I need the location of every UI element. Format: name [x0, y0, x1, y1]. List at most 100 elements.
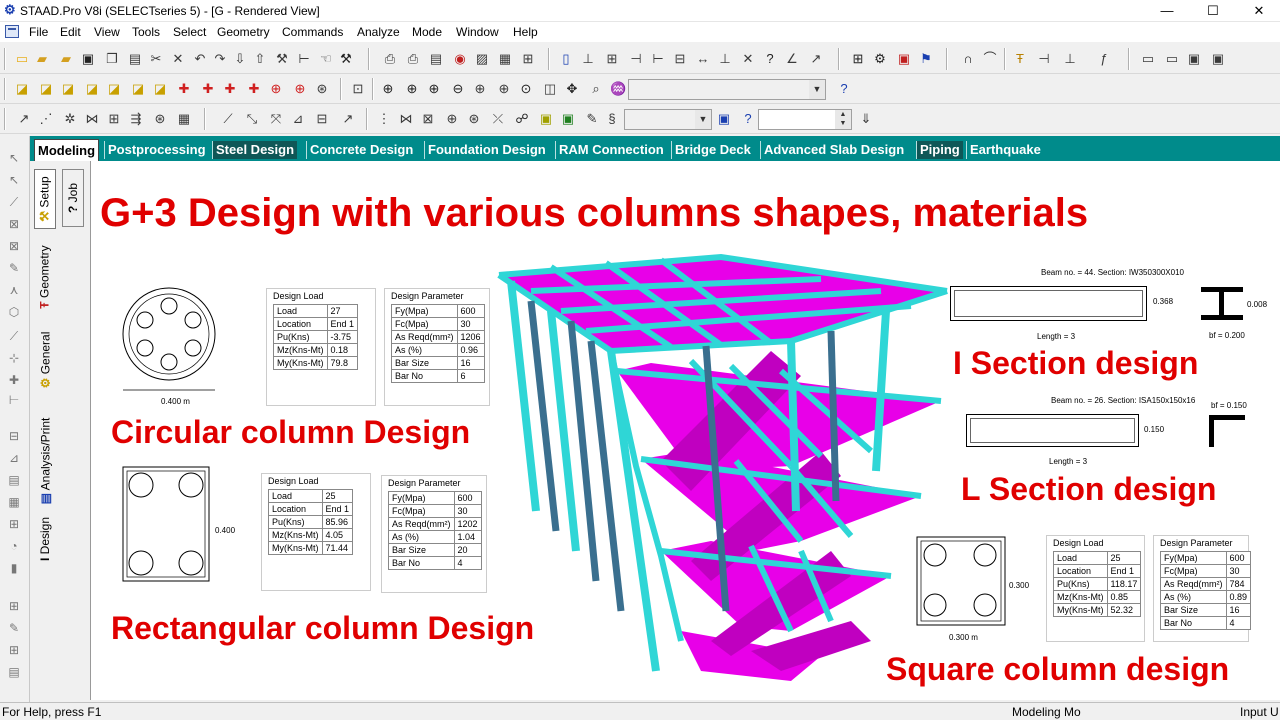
spin-arrows-icon[interactable]: ▲ ▼ — [835, 110, 851, 129]
zoom-window-icon[interactable]: ⊕ — [380, 81, 396, 97]
minimize-button[interactable]: — — [1147, 1, 1187, 21]
tab-piping[interactable]: Piping — [916, 141, 963, 159]
render-settings-icon[interactable]: ⚙ — [872, 51, 888, 67]
zoom-dynamic-icon[interactable]: ⊕ — [496, 81, 512, 97]
design-tool-icon[interactable]: ⊞ — [6, 598, 22, 614]
new-file-icon[interactable]: ▭ — [14, 51, 30, 67]
menu-commands[interactable]: Commands — [282, 25, 343, 39]
translate-icon[interactable]: ⤧ — [268, 111, 284, 127]
structure-icon[interactable]: ⊥ — [580, 51, 596, 67]
dimension-icon[interactable]: ⊣ — [628, 51, 644, 67]
restore-view-icon[interactable]: ▣ — [1210, 51, 1226, 67]
menu-tools[interactable]: Tools — [132, 25, 160, 39]
toolbar-grip[interactable] — [4, 108, 6, 130]
support-icon[interactable]: ⊥ — [1062, 51, 1078, 67]
beams-cursor-icon[interactable]: ⟋ — [6, 194, 22, 210]
tab-ram-connection[interactable]: RAM Connection — [555, 141, 667, 159]
tab-design[interactable]: I Design — [34, 509, 56, 569]
tab-concrete-design[interactable]: Concrete Design — [306, 141, 416, 159]
rotate-icon[interactable]: ⤡ — [244, 111, 260, 127]
connect-nodes-icon[interactable]: ⊹ — [6, 350, 22, 366]
node-cursor-icon[interactable]: ⋮ — [376, 111, 392, 127]
front-view-icon[interactable]: ◪ — [38, 81, 54, 97]
cursor-select-icon[interactable]: ↖ — [6, 150, 22, 166]
tab-modeling[interactable]: Modeling — [34, 139, 100, 161]
results-icon[interactable]: ⊟ — [6, 428, 22, 444]
symbol-icon[interactable]: § — [604, 111, 620, 127]
snap-icon[interactable]: ☍ — [514, 111, 530, 127]
add-node-icon[interactable]: ✚ — [6, 372, 22, 388]
top-view-icon[interactable]: ◪ — [130, 81, 146, 97]
report-icon[interactable]: ▤ — [428, 51, 444, 67]
zoom-in-icon[interactable]: ⊕ — [404, 81, 420, 97]
dynamic-rotate-icon[interactable]: ⊛ — [314, 81, 330, 97]
list-icon[interactable]: ▮ — [6, 560, 22, 576]
add-beam-icon[interactable]: ✲ — [62, 111, 78, 127]
plate-cursor-icon[interactable]: ⋰ — [38, 111, 54, 127]
menu-window[interactable]: Window — [456, 25, 499, 39]
fillet-icon[interactable]: ⌒ — [982, 51, 998, 67]
back-view-icon[interactable]: ◪ — [60, 81, 76, 97]
brush-icon[interactable]: ♒ — [610, 81, 626, 97]
magnify-icon[interactable]: ⊙ — [518, 81, 534, 97]
window-cascade-icon[interactable]: ▭ — [1164, 51, 1180, 67]
paste-icon[interactable]: ▤ — [127, 51, 143, 67]
open-file-icon[interactable]: ▰ — [34, 51, 50, 67]
chevron-down-icon[interactable]: ▼ — [809, 80, 825, 99]
label-icon[interactable]: ⊞ — [6, 516, 22, 532]
geometry-cursor-icon[interactable]: ⋏ — [6, 282, 22, 298]
menu-help[interactable]: Help — [513, 25, 538, 39]
load-icon[interactable]: ▣ — [560, 111, 576, 127]
angle-icon[interactable]: ∠ — [784, 51, 800, 67]
elevation-icon[interactable]: ⊥ — [717, 51, 733, 67]
report-setup-icon[interactable]: ▦ — [497, 51, 513, 67]
table-icon[interactable]: ▤ — [6, 472, 22, 488]
tab-analysis-print[interactable]: ▤ Analysis/Print — [34, 409, 56, 513]
report-tool-icon[interactable]: ▤ — [6, 664, 22, 680]
circular-repeat-icon[interactable]: ⇶ — [128, 111, 144, 127]
nodes-cursor-icon[interactable]: ↖ — [6, 172, 22, 188]
split-icon[interactable]: ⊟ — [314, 111, 330, 127]
document-icon[interactable] — [5, 25, 19, 38]
import-icon[interactable]: ⇩ — [232, 51, 248, 67]
plot-icon[interactable]: ⊞ — [520, 51, 536, 67]
zoom-out-icon[interactable]: ⊖ — [450, 81, 466, 97]
display-whole-icon[interactable]: ⊡ — [350, 81, 366, 97]
delete-icon[interactable]: ✕ — [170, 51, 186, 67]
menu-file[interactable]: File — [29, 25, 48, 39]
toolbar-grip[interactable] — [4, 48, 6, 70]
tab-steel-design[interactable]: Steel Design — [212, 141, 298, 159]
rendered-view-canvas[interactable]: G+3 Design with various columns shapes, … — [90, 161, 1280, 700]
bottom-view-icon[interactable]: ◪ — [152, 81, 168, 97]
mirror-icon[interactable]: ⟋ — [220, 111, 236, 127]
save-view-icon[interactable]: ▣ — [1186, 51, 1202, 67]
new-view-icon[interactable]: ◫ — [542, 81, 558, 97]
print-icon[interactable]: ⎙ — [382, 51, 398, 67]
measure-icon[interactable]: ⊢ — [650, 51, 666, 67]
connect-icon[interactable]: ↗ — [340, 111, 356, 127]
render-icon[interactable]: ⊞ — [850, 51, 866, 67]
search-icon[interactable]: ⌕ — [588, 81, 604, 97]
surfaces-cursor-icon[interactable]: ✎ — [6, 260, 22, 276]
add-plate-icon[interactable]: ⋈ — [84, 111, 100, 127]
menu-analyze[interactable]: Analyze — [357, 25, 400, 39]
chart-icon[interactable]: ⊿ — [6, 450, 22, 466]
chevron-down-icon[interactable]: ▼ — [695, 110, 711, 129]
undo-icon[interactable]: ↶ — [192, 51, 208, 67]
spin-left-icon[interactable]: ⊕ — [268, 81, 284, 97]
beam-tool-icon[interactable]: ⊢ — [296, 51, 312, 67]
rotate-left-icon[interactable]: ✚ — [222, 81, 238, 97]
steel-table-icon[interactable]: ⊣ — [1036, 51, 1052, 67]
menu-select[interactable]: Select — [173, 25, 206, 39]
view-select-combo[interactable]: ▼ — [628, 79, 826, 100]
select-surface-icon[interactable]: ⊛ — [466, 111, 482, 127]
arch-icon[interactable]: ∩ — [960, 51, 976, 67]
rotate-down-icon[interactable]: ✚ — [200, 81, 216, 97]
animation-icon[interactable]: ⚑ — [918, 51, 934, 67]
help-icon[interactable]: ? — [762, 51, 778, 67]
zoom-previous-icon[interactable]: ⊕ — [472, 81, 488, 97]
select-solid-icon[interactable]: ⊕ — [444, 111, 460, 127]
camera-icon[interactable]: ◉ — [452, 51, 468, 67]
hand-icon[interactable]: ☜ — [318, 51, 334, 67]
tab-geometry[interactable]: Ŧ Geometry — [34, 237, 56, 317]
